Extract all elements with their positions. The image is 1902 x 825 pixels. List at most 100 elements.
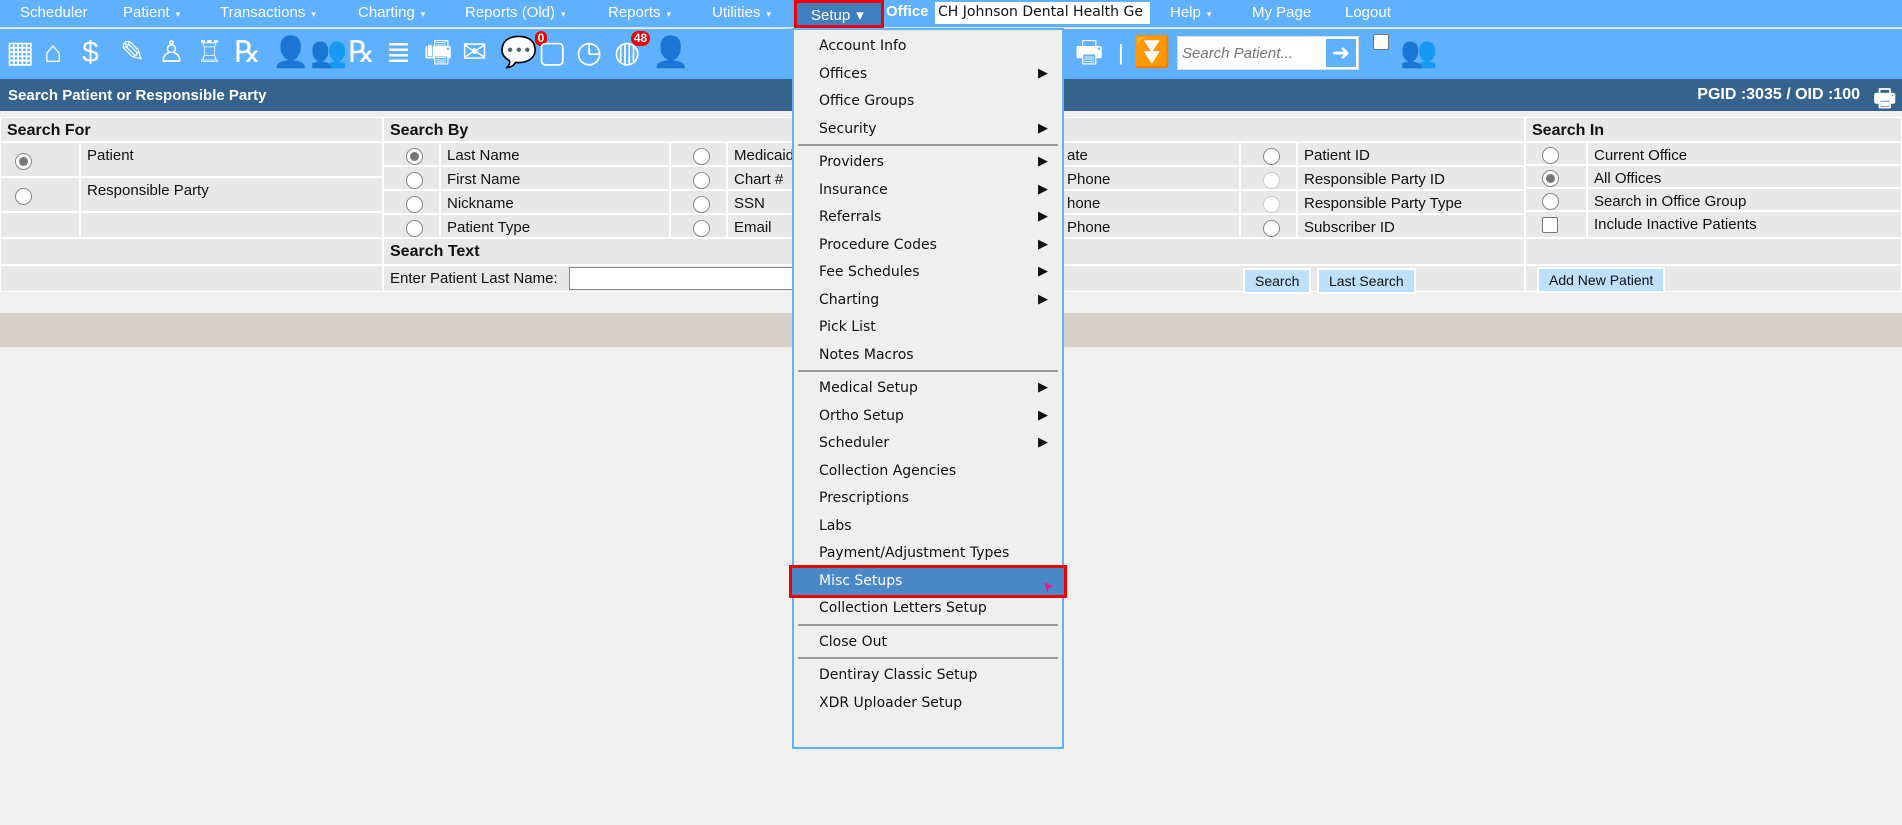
messages-icon[interactable]: 💬 0 xyxy=(500,31,548,71)
include-inactive-checkbox[interactable] xyxy=(1542,217,1558,233)
add-patient-icon[interactable]: 👤 xyxy=(272,35,309,71)
toolbar-checkbox[interactable] xyxy=(1373,34,1389,50)
crown-icon[interactable]: ♖ xyxy=(196,35,223,71)
menu-item-collection-letters-setup[interactable]: Collection Letters Setup xyxy=(794,595,1062,623)
empty-cell xyxy=(80,212,383,238)
menu-item-labs[interactable]: Labs xyxy=(794,513,1062,541)
radio-search-by[interactable] xyxy=(1262,196,1280,213)
caret-down-icon: ▾ xyxy=(1206,9,1212,19)
nav-utilities[interactable]: Utilities ▾ xyxy=(712,4,771,21)
caret-down-icon: ▾ xyxy=(766,9,771,19)
calendar-icon[interactable]: ▦ xyxy=(6,35,34,71)
add-new-patient-button[interactable]: Add New Patient xyxy=(1537,267,1666,293)
menu-item-label: Ortho Setup xyxy=(819,407,904,424)
option-label: Responsible Party xyxy=(80,177,383,212)
menu-item-ortho-setup[interactable]: Ortho Setup ▶ xyxy=(794,403,1062,431)
menu-item-label: Collection Letters Setup xyxy=(819,600,987,616)
radio-search-by[interactable] xyxy=(405,148,423,165)
notes-icon[interactable]: ✎ xyxy=(120,35,145,71)
radio-patient[interactable] xyxy=(15,153,32,170)
divider: | xyxy=(1118,40,1124,65)
top-nav: Scheduler Patient ▾ Transactions ▾ Charting ▾ R… xyxy=(0,0,1902,28)
radio-search-by[interactable] xyxy=(405,196,423,213)
radio-cell xyxy=(1525,142,1587,165)
menu-item-close-out[interactable]: Close Out xyxy=(794,629,1062,657)
menu-item-collection-agencies[interactable]: Collection Agencies xyxy=(794,458,1062,486)
online-icon[interactable]: ◍ 48 xyxy=(614,31,651,71)
menu-item-security[interactable]: Security ▶ xyxy=(794,116,1062,144)
menu-item-pick-list[interactable]: Pick List xyxy=(794,314,1062,342)
chat-icon[interactable]: ▢ xyxy=(538,35,566,71)
radio-search-by[interactable] xyxy=(1262,220,1280,237)
radio-search-by[interactable] xyxy=(405,172,423,189)
prescription-icon[interactable]: ℞ xyxy=(348,35,375,71)
menu-item-label: Referrals xyxy=(819,209,882,225)
notepad-icon[interactable]: ≣ xyxy=(386,35,411,71)
nav-setup[interactable]: Setup ▾ xyxy=(794,0,884,28)
radio-search-by[interactable] xyxy=(1262,148,1280,165)
radio-search-in[interactable] xyxy=(1542,170,1559,187)
radio-search-by[interactable] xyxy=(692,196,710,213)
clock-icon[interactable]: ◷ xyxy=(576,35,602,71)
empty-cell xyxy=(0,238,383,265)
nav-patient[interactable]: Patient ▾ xyxy=(123,4,180,21)
user-phone-icon[interactable]: 👤 xyxy=(652,35,689,71)
menu-item-insurance[interactable]: Insurance ▶ xyxy=(794,177,1062,205)
menu-item-medical-setup[interactable]: Medical Setup ▶ xyxy=(794,375,1062,403)
nav-help[interactable]: Help ▾ xyxy=(1170,4,1211,21)
menu-item-scheduler[interactable]: Scheduler ▶ xyxy=(794,430,1062,458)
nav-scheduler[interactable]: Scheduler xyxy=(20,4,88,21)
radio-search-by[interactable] xyxy=(692,220,710,237)
nav-label: Scheduler xyxy=(20,4,88,21)
nav-logout[interactable]: Logout xyxy=(1345,4,1391,21)
menu-item-payment-adjustment-types[interactable]: Payment/Adjustment Types xyxy=(794,540,1062,568)
menu-item-notes-macros[interactable]: Notes Macros xyxy=(794,342,1062,370)
empty-cell xyxy=(0,212,80,238)
menu-item-procedure-codes[interactable]: Procedure Codes ▶ xyxy=(794,232,1062,260)
menu-item-account-info[interactable]: Account Info xyxy=(794,33,1062,61)
nav-reports-old-[interactable]: Reports (Old) ▾ xyxy=(465,4,566,21)
menu-item-providers[interactable]: Providers ▶ xyxy=(794,149,1062,177)
radio-search-in[interactable] xyxy=(1542,193,1559,210)
menu-item-xdr-uploader-setup[interactable]: XDR Uploader Setup xyxy=(794,690,1062,718)
print-icon[interactable]: 🖶 xyxy=(1873,81,1896,122)
add-family-icon[interactable]: 👥 xyxy=(310,35,347,71)
mail-icon[interactable]: ✉ xyxy=(462,35,487,71)
radio-search-by[interactable] xyxy=(1262,172,1280,189)
expand-icon[interactable]: ⏬ xyxy=(1133,35,1170,71)
search-button[interactable]: Search xyxy=(1243,268,1312,294)
nav-charting[interactable]: Charting ▾ xyxy=(358,4,425,21)
menu-item-office-groups[interactable]: Office Groups xyxy=(794,88,1062,116)
menu-item-referrals[interactable]: Referrals ▶ xyxy=(794,204,1062,232)
menu-item-charting[interactable]: Charting ▶ xyxy=(794,287,1062,315)
tooth-icon[interactable]: ♙ xyxy=(158,35,185,71)
submenu-arrow-icon: ▶ xyxy=(1038,380,1048,395)
radio-search-in[interactable] xyxy=(1542,147,1559,164)
menu-item-label: Scheduler xyxy=(819,435,890,451)
treatment-icon[interactable]: ℞ xyxy=(234,35,261,71)
menu-item-offices[interactable]: Offices ▶ xyxy=(794,61,1062,89)
patient-search-input[interactable] xyxy=(1182,38,1322,68)
radio-search-by[interactable] xyxy=(692,172,710,189)
nav-transactions[interactable]: Transactions ▾ xyxy=(220,4,316,21)
home-icon[interactable]: ⌂ xyxy=(44,35,62,71)
menu-item-dentiray-classic-setup[interactable]: Dentiray Classic Setup xyxy=(794,662,1062,690)
caret-down-icon: ▾ xyxy=(420,9,426,19)
submenu-arrow-icon: ▶ xyxy=(1038,236,1048,252)
office-select[interactable]: CH Johnson Dental Health Ge xyxy=(935,2,1150,24)
nav-label: Setup xyxy=(811,7,851,24)
menu-item-fee-schedules[interactable]: Fee Schedules ▶ xyxy=(794,259,1062,287)
last-search-button[interactable]: Last Search xyxy=(1317,268,1416,294)
radio-search-by[interactable] xyxy=(405,220,423,237)
group-icon[interactable]: 👥 xyxy=(1400,35,1437,71)
menu-item-prescriptions[interactable]: Prescriptions xyxy=(794,485,1062,513)
radio-responsible-party[interactable] xyxy=(15,188,32,205)
billing-icon[interactable]: $ xyxy=(82,35,99,71)
radio-search-by[interactable] xyxy=(692,148,710,165)
print-scan-icon[interactable]: 🖶 xyxy=(1075,35,1103,71)
nav-mypage[interactable]: My Page xyxy=(1252,4,1311,21)
search-go-button[interactable]: ➜ xyxy=(1326,39,1356,67)
scanner-icon[interactable]: 🖷 xyxy=(424,35,452,71)
menu-item-misc-setups[interactable]: Misc Setups ➤ xyxy=(789,564,1067,598)
nav-reports[interactable]: Reports ▾ xyxy=(608,4,671,21)
